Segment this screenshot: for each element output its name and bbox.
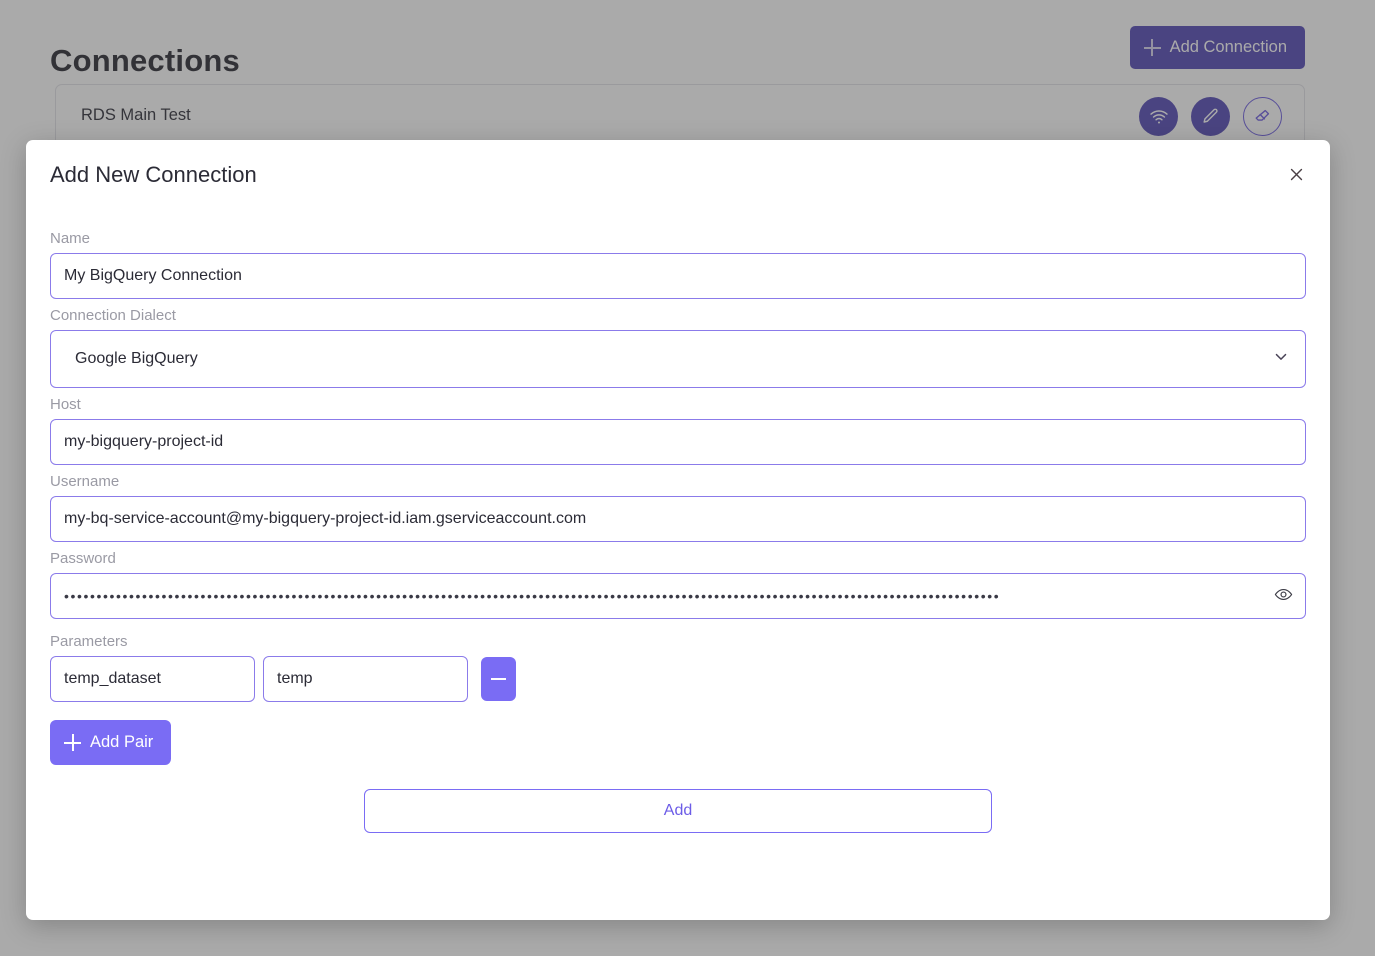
dialect-label: Connection Dialect — [50, 307, 1306, 324]
modal-body: Name Connection Dialect Google BigQuery … — [50, 230, 1306, 833]
field-parameters: Parameters Add Pair — [50, 633, 1306, 765]
add-connection-modal: Add New Connection Name Connection Diale… — [26, 140, 1330, 920]
field-host: Host — [50, 396, 1306, 465]
parameter-value-input[interactable] — [263, 656, 468, 702]
toggle-password-visibility-button[interactable] — [1270, 583, 1296, 609]
name-input[interactable] — [50, 253, 1306, 299]
username-input[interactable] — [50, 496, 1306, 542]
add-pair-button[interactable]: Add Pair — [50, 720, 171, 765]
host-label: Host — [50, 396, 1306, 413]
field-password: Password — [50, 550, 1306, 619]
plus-icon — [64, 734, 81, 751]
field-name: Name — [50, 230, 1306, 299]
submit-add-button[interactable]: Add — [364, 789, 992, 833]
dialect-select[interactable]: Google BigQuery — [50, 330, 1306, 388]
modal-title: Add New Connection — [50, 162, 257, 188]
field-dialect: Connection Dialect Google BigQuery — [50, 307, 1306, 388]
parameter-row — [50, 656, 1306, 702]
parameter-key-input[interactable] — [50, 656, 255, 702]
field-username: Username — [50, 473, 1306, 542]
username-label: Username — [50, 473, 1306, 490]
eye-icon — [1274, 585, 1293, 607]
close-button[interactable] — [1280, 160, 1312, 192]
parameters-label: Parameters — [50, 633, 1306, 650]
remove-parameter-button[interactable] — [481, 657, 516, 701]
host-input[interactable] — [50, 419, 1306, 465]
name-label: Name — [50, 230, 1306, 247]
minus-icon — [491, 678, 506, 681]
dialect-selected-value: Google BigQuery — [75, 350, 198, 368]
password-label: Password — [50, 550, 1306, 567]
password-input[interactable] — [50, 573, 1306, 619]
add-pair-label: Add Pair — [90, 733, 153, 752]
modal-footer: Add — [50, 789, 1306, 833]
close-icon — [1288, 166, 1305, 186]
